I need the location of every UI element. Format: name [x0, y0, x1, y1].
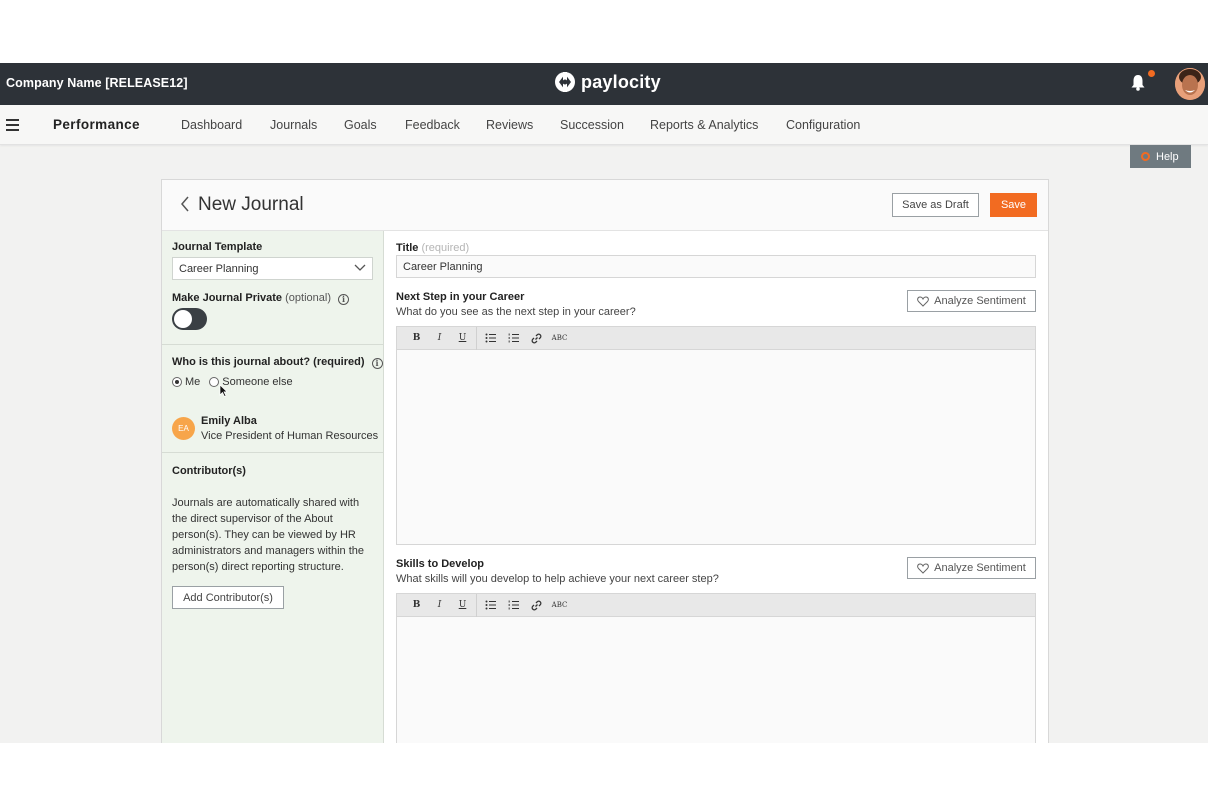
nav-feedback[interactable]: Feedback	[405, 118, 460, 132]
help-icon	[1141, 152, 1150, 161]
q1-label: Next Step in your Career	[396, 291, 525, 303]
card-header: New Journal Save as Draft Save	[162, 180, 1048, 231]
info-icon[interactable]: i	[338, 294, 350, 305]
contributors-description: Journals are automatically shared with t…	[172, 497, 364, 573]
underline-button[interactable]: U	[451, 596, 474, 614]
title-label: Title (required)	[396, 242, 469, 254]
page-title: New Journal	[198, 194, 304, 215]
chevron-down-icon	[354, 264, 366, 271]
person-avatar: EA	[172, 417, 195, 440]
app-window: Company Name [RELEASE12] paylocity Perfo…	[0, 63, 1208, 743]
q2-label: Skills to Develop	[396, 558, 485, 570]
bell-icon[interactable]	[1130, 74, 1146, 91]
company-name: Company Name [RELEASE12]	[6, 76, 188, 90]
bold-button[interactable]: B	[405, 329, 428, 347]
q2-subtext: What skills will you develop to help ach…	[396, 573, 719, 585]
main-nav: Performance Dashboard Journals Goals Fee…	[0, 105, 1208, 145]
analyze-sentiment-label: Analyze Sentiment	[934, 295, 1026, 307]
radio-someone-else[interactable]	[209, 377, 220, 387]
template-section: Journal Template Career Planning Make Jo…	[162, 231, 384, 345]
about-label-text: Who is this journal about? (required)	[172, 356, 365, 368]
underline-button[interactable]: U	[451, 329, 474, 347]
spellcheck-button[interactable]: ABC	[548, 329, 571, 347]
info-icon[interactable]: i	[371, 358, 383, 369]
italic-button[interactable]: I	[428, 596, 451, 614]
numbered-list-icon[interactable]	[502, 329, 525, 347]
editor-toolbar: B I U ABC	[397, 326, 1035, 350]
nav-configuration[interactable]: Configuration	[786, 118, 860, 132]
analyze-sentiment-button[interactable]: Analyze Sentiment	[907, 290, 1036, 312]
private-toggle[interactable]	[172, 308, 207, 330]
bullet-list-icon[interactable]	[479, 329, 502, 347]
link-icon[interactable]	[525, 596, 548, 614]
logo-text: paylocity	[581, 71, 661, 92]
paylocity-logo-icon	[555, 72, 575, 92]
person-role: Vice President of Human Resources	[201, 430, 379, 442]
q1-subtext: What do you see as the next step in your…	[396, 306, 636, 318]
nav-succession[interactable]: Succession	[560, 118, 624, 132]
contributors-label: Contributor(s)	[172, 465, 246, 477]
module-title: Performance	[53, 117, 140, 132]
mouse-cursor-icon	[219, 384, 228, 397]
about-section: Who is this journal about? (required) i …	[162, 345, 384, 453]
q1-rich-text-editor[interactable]: B I U ABC	[396, 326, 1036, 545]
template-value: Career Planning	[179, 262, 259, 275]
title-input[interactable]: Career Planning	[396, 255, 1036, 278]
nav-reports-analytics[interactable]: Reports & Analytics	[650, 118, 758, 132]
paylocity-logo[interactable]: paylocity	[554, 71, 661, 93]
person-name: Emily Alba	[201, 415, 257, 427]
top-bar: Company Name [RELEASE12] paylocity	[0, 63, 1208, 105]
save-as-draft-button[interactable]: Save as Draft	[892, 193, 979, 217]
back-chevron-icon[interactable]	[180, 196, 190, 212]
italic-button[interactable]: I	[428, 329, 451, 347]
bullet-list-icon[interactable]	[479, 596, 502, 614]
nav-goals[interactable]: Goals	[344, 118, 377, 132]
private-label: Make Journal Private (optional) i	[172, 292, 350, 305]
title-label-text: Title	[396, 242, 419, 254]
about-radio-group: Me Someone else	[172, 376, 293, 388]
about-label: Who is this journal about? (required) i	[172, 356, 383, 369]
title-required: (required)	[421, 242, 470, 254]
bold-button[interactable]: B	[405, 596, 428, 614]
private-label-text: Make Journal Private	[172, 292, 283, 304]
help-label: Help	[1156, 150, 1179, 163]
user-avatar[interactable]	[1175, 68, 1205, 100]
journal-template-select[interactable]: Career Planning	[172, 257, 373, 280]
q2-rich-text-editor[interactable]: B I U ABC	[396, 593, 1036, 743]
numbered-list-icon[interactable]	[502, 596, 525, 614]
nav-dashboard[interactable]: Dashboard	[181, 118, 242, 132]
editor-toolbar: B I U ABC	[397, 593, 1035, 617]
hamburger-menu-icon[interactable]	[6, 119, 19, 131]
template-label: Journal Template	[172, 241, 263, 253]
journal-settings-panel: Journal Template Career Planning Make Jo…	[162, 231, 384, 743]
heart-icon	[917, 562, 929, 574]
help-button[interactable]: Help	[1130, 145, 1191, 168]
journal-card: New Journal Save as Draft Save Journal T…	[161, 179, 1049, 743]
nav-journals[interactable]: Journals	[270, 118, 317, 132]
heart-icon	[917, 295, 929, 307]
spellcheck-button[interactable]: ABC	[548, 596, 571, 614]
private-optional: (optional)	[285, 292, 331, 304]
nav-reviews[interactable]: Reviews	[486, 118, 533, 132]
link-icon[interactable]	[525, 329, 548, 347]
contributors-section: Contributor(s) Journals are automaticall…	[162, 453, 384, 743]
analyze-sentiment-label: Analyze Sentiment	[934, 562, 1026, 574]
radio-me-label: Me	[185, 376, 201, 388]
save-button[interactable]: Save	[990, 193, 1037, 217]
add-contributors-button[interactable]: Add Contributor(s)	[172, 586, 284, 609]
radio-someone-else-label: Someone else	[222, 376, 293, 388]
notification-dot	[1148, 70, 1155, 77]
radio-me[interactable]	[172, 377, 182, 387]
analyze-sentiment-button[interactable]: Analyze Sentiment	[907, 557, 1036, 579]
